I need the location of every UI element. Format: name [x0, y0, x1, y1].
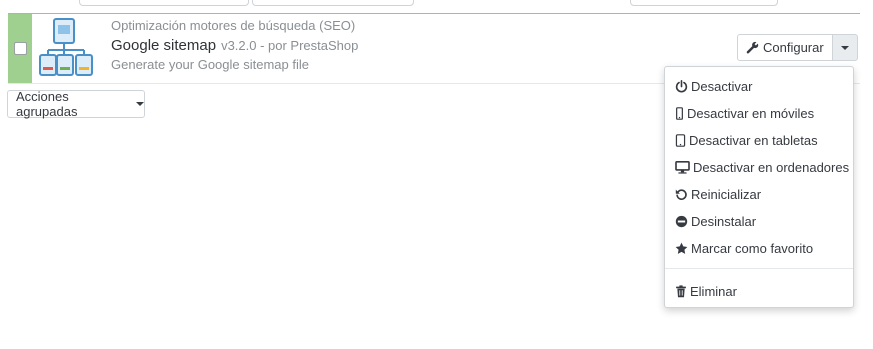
module-select-checkbox[interactable]: [14, 42, 27, 55]
menu-item-disable-tablet[interactable]: Desactivar en tabletas: [675, 130, 818, 150]
caret-down-icon: [136, 102, 144, 106]
module-description: Generate your Google sitemap file: [111, 57, 309, 72]
module-info: Optimización motores de búsqueda (SEO) G…: [111, 18, 571, 73]
minus-circle-icon: [675, 215, 688, 227]
tablet-icon: [675, 133, 686, 147]
module-actions-dropdown: Desactivar Desactivar en móviles Desacti…: [664, 66, 854, 308]
configure-label: Configurar: [763, 40, 824, 55]
top-filter-control-1[interactable]: [79, 0, 249, 6]
menu-item-label: Desactivar: [691, 78, 753, 94]
menu-item-disable[interactable]: Desactivar: [675, 76, 752, 96]
menu-item-reset[interactable]: Reinicializar: [675, 184, 761, 204]
sitemap-module-logo: [39, 18, 93, 76]
desktop-icon: [675, 160, 690, 174]
bulk-actions-button[interactable]: Acciones agrupadas: [7, 89, 145, 119]
menu-item-favorite[interactable]: Marcar como favorito: [675, 238, 813, 258]
menu-item-uninstall[interactable]: Desinstalar: [675, 211, 756, 231]
configure-button-group: Configurar: [737, 34, 858, 61]
module-title-line: Google sitemap v3.2.0 - por PrestaShop: [111, 37, 571, 55]
menu-item-label: Desactivar en móviles: [687, 105, 815, 121]
menu-item-label: Marcar como favorito: [691, 240, 814, 256]
menu-item-label: Desactivar en tabletas: [689, 132, 818, 148]
caret-down-icon: [840, 45, 849, 50]
menu-item-disable-desktop[interactable]: Desactivar en ordenadores: [675, 157, 849, 177]
top-filter-control-3[interactable]: [630, 0, 778, 6]
menu-item-delete[interactable]: Eliminar: [675, 281, 737, 301]
bulk-actions-label: Acciones agrupadas: [16, 89, 78, 119]
menu-divider: [665, 268, 853, 269]
wrench-icon: [746, 41, 759, 54]
menu-item-label: Desactivar en ordenadores: [693, 159, 850, 175]
configure-dropdown-toggle[interactable]: [832, 34, 858, 61]
menu-item-label: Eliminar: [690, 283, 737, 299]
trash-icon: [676, 284, 686, 297]
top-filter-control-2[interactable]: [252, 0, 414, 6]
menu-item-label: Desinstalar: [691, 213, 757, 229]
mobile-icon: [676, 106, 683, 120]
menu-item-label: Reinicializar: [691, 186, 762, 202]
menu-item-disable-mobile[interactable]: Desactivar en móviles: [675, 103, 814, 123]
module-name: Google sitemap: [111, 37, 217, 54]
undo-icon: [675, 188, 687, 200]
module-version-author: v3.2.0 - por PrestaShop: [221, 38, 359, 53]
module-category: Optimización motores de búsqueda (SEO): [111, 18, 356, 33]
configure-button[interactable]: Configurar: [737, 34, 833, 61]
power-icon: [675, 79, 688, 92]
star-icon: [675, 242, 688, 254]
